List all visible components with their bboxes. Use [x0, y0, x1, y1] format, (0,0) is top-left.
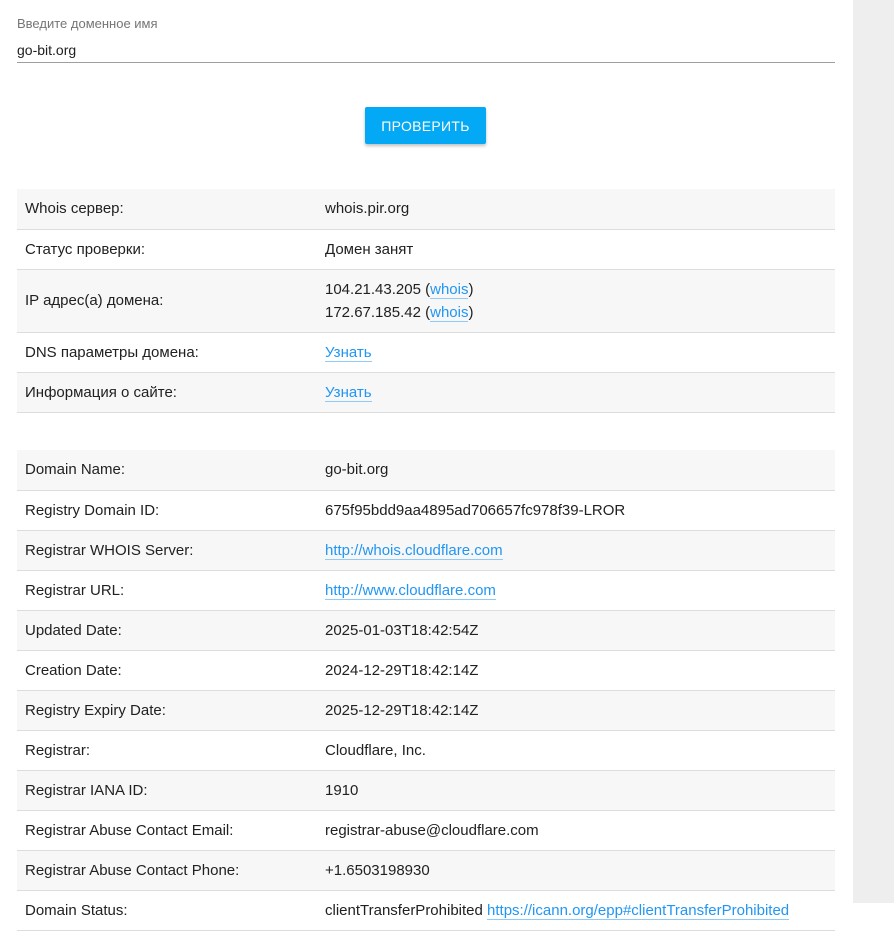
table-row: Domain Name: go-bit.org	[17, 450, 835, 491]
whois-key: Updated Date:	[17, 610, 317, 651]
table-row: Registry Domain ID: 675f95bdd9aa4895ad70…	[17, 490, 835, 531]
whois-key: Registrar Abuse Contact Phone:	[17, 850, 317, 891]
ip-line: 172.67.185.42 (whois)	[325, 303, 474, 322]
whois-value: 675f95bdd9aa4895ad706657fc978f39-LROR	[317, 490, 835, 531]
table-row: Registrar Abuse Contact Phone: +1.650319…	[17, 850, 835, 891]
ip-label: IP адрес(а) домена:	[17, 269, 317, 333]
domain-field: Введите доменное имя	[17, 14, 835, 64]
dns-value: Узнать	[317, 332, 835, 373]
whois-table: Domain Name: go-bit.org Registry Domain …	[17, 450, 835, 931]
whois-value: 2025-01-03T18:42:54Z	[317, 610, 835, 651]
ip-whois-link[interactable]: whois	[430, 303, 469, 322]
whois-key: Registry Expiry Date:	[17, 690, 317, 731]
table-row: Updated Date: 2025-01-03T18:42:54Z	[17, 610, 835, 651]
table-row: Registry Expiry Date: 2025-12-29T18:42:1…	[17, 690, 835, 731]
whois-value: +1.6503198930	[317, 850, 835, 891]
whois-key: Registrar URL:	[17, 570, 317, 611]
whois-value: http://whois.cloudflare.com	[317, 530, 835, 571]
whois-key: Domain Status:	[17, 890, 317, 931]
whois-value: http://www.cloudflare.com	[317, 570, 835, 611]
table-row: Информация о сайте: Узнать	[17, 372, 835, 413]
table-row: Registrar Abuse Contact Email: registrar…	[17, 810, 835, 851]
dns-link[interactable]: Узнать	[325, 343, 372, 362]
dns-label: DNS параметры домена:	[17, 332, 317, 373]
table-row: IP адрес(а) домена: 104.21.43.205 (whois…	[17, 269, 835, 333]
ip-address: 104.21.43.205	[325, 280, 421, 298]
domain-status-text: clientTransferProhibited	[325, 901, 483, 919]
table-row: Domain Status: clientTransferProhibited …	[17, 890, 835, 931]
whois-value: Cloudflare, Inc.	[317, 730, 835, 771]
scrollbar-track[interactable]	[853, 0, 894, 903]
whois-key: Domain Name:	[17, 450, 317, 491]
check-button[interactable]: ПРОВЕРИТЬ	[365, 107, 486, 144]
table-row: Registrar WHOIS Server: http://whois.clo…	[17, 530, 835, 571]
status-label: Статус проверки:	[17, 229, 317, 270]
whois-value: registrar-abuse@cloudflare.com	[317, 810, 835, 851]
whois-key: Creation Date:	[17, 650, 317, 691]
site-info-label: Информация о сайте:	[17, 372, 317, 413]
whois-value: clientTransferProhibited https://icann.o…	[317, 890, 835, 931]
whois-server-value: whois.pir.org	[317, 189, 835, 230]
whois-value: 1910	[317, 770, 835, 811]
ip-list: 104.21.43.205 (whois) 172.67.185.42 (who…	[317, 269, 835, 333]
status-value: Домен занят	[317, 229, 835, 270]
table-row: Whois сервер: whois.pir.org	[17, 189, 835, 230]
registrar-url-link[interactable]: http://www.cloudflare.com	[325, 581, 496, 600]
domain-status-link[interactable]: https://icann.org/epp#clientTransferProh…	[487, 901, 790, 920]
site-info-value: Узнать	[317, 372, 835, 413]
whois-key: Registrar Abuse Contact Email:	[17, 810, 317, 851]
ip-address: 172.67.185.42	[325, 303, 421, 321]
table-row: Registrar IANA ID: 1910	[17, 770, 835, 811]
whois-key: Registrar:	[17, 730, 317, 771]
table-row: Registrar URL: http://www.cloudflare.com	[17, 570, 835, 611]
domain-field-label: Введите доменное имя	[17, 16, 158, 31]
whois-value: 2025-12-29T18:42:14Z	[317, 690, 835, 731]
whois-key: Registry Domain ID:	[17, 490, 317, 531]
whois-value: go-bit.org	[317, 450, 835, 491]
whois-server-label: Whois сервер:	[17, 189, 317, 230]
site-info-link[interactable]: Узнать	[325, 383, 372, 402]
table-row: DNS параметры домена: Узнать	[17, 332, 835, 373]
domain-input[interactable]	[17, 38, 835, 63]
whois-key: Registrar WHOIS Server:	[17, 530, 317, 571]
summary-table: Whois сервер: whois.pir.org Статус прове…	[17, 189, 835, 413]
ip-line: 104.21.43.205 (whois)	[325, 280, 474, 299]
ip-whois-link[interactable]: whois	[430, 280, 469, 299]
table-row: Registrar: Cloudflare, Inc.	[17, 730, 835, 771]
table-row: Статус проверки: Домен занят	[17, 229, 835, 270]
registrar-whois-server-link[interactable]: http://whois.cloudflare.com	[325, 541, 503, 560]
whois-key: Registrar IANA ID:	[17, 770, 317, 811]
whois-value: 2024-12-29T18:42:14Z	[317, 650, 835, 691]
table-row: Creation Date: 2024-12-29T18:42:14Z	[17, 650, 835, 691]
